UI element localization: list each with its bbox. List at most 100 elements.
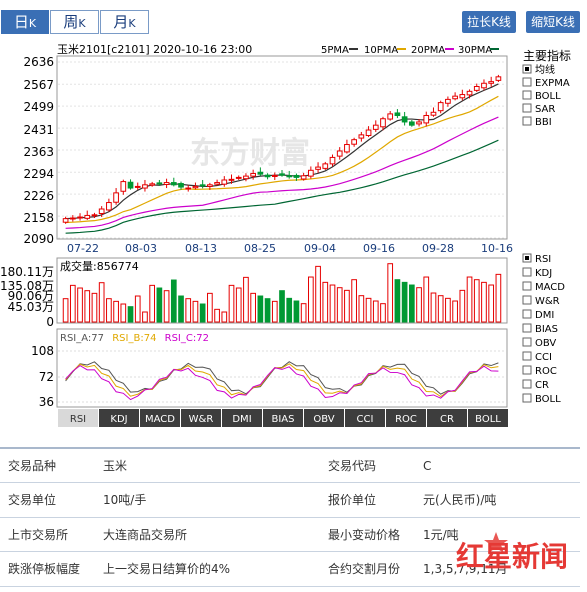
indicator-option-label: BOLL <box>535 91 561 102</box>
indicator-tab[interactable]: DMI <box>222 409 262 427</box>
ma30-label: 30PMA <box>458 45 492 56</box>
checkbox[interactable] <box>522 90 532 100</box>
volume-bar <box>243 276 249 323</box>
candle <box>408 121 415 126</box>
checkbox[interactable] <box>522 351 532 361</box>
info-value: 上一交易日结算价的4% <box>95 551 320 587</box>
volume-bar <box>380 303 386 323</box>
indicator-option[interactable]: BOLL <box>522 393 561 405</box>
candle <box>69 217 76 220</box>
info-key: 交易代码 <box>320 447 415 483</box>
info-key: 最小变动价格 <box>320 516 415 552</box>
candle <box>445 98 451 104</box>
rsi-a-value: 77 <box>91 333 104 344</box>
volume-bar <box>271 300 278 323</box>
indicator-option[interactable]: SAR <box>522 103 555 115</box>
indicator-option-label: W&R <box>535 296 560 307</box>
candle <box>91 214 98 217</box>
volume-bar <box>221 311 228 323</box>
indicator-tab[interactable]: KDJ <box>99 409 139 427</box>
indicator-tab[interactable]: BOLL <box>468 409 508 427</box>
volume-bar <box>344 289 350 323</box>
checkbox[interactable] <box>522 379 532 389</box>
checkbox[interactable] <box>522 309 532 319</box>
candle <box>77 216 83 219</box>
candle <box>344 144 350 153</box>
price-tick: 2158 <box>23 211 54 225</box>
candle <box>279 173 285 176</box>
candle <box>322 163 329 169</box>
indicator-tab[interactable]: ROC <box>386 409 426 427</box>
volume-bar <box>437 295 444 323</box>
candle <box>271 174 278 177</box>
info-value: 元(人民币)/吨 <box>415 482 580 518</box>
candle <box>300 175 307 180</box>
candle <box>228 178 235 181</box>
price-tick: 2499 <box>23 100 54 114</box>
indicator-option[interactable]: BBI <box>522 116 552 128</box>
checkbox[interactable] <box>522 337 532 347</box>
candle <box>387 113 394 120</box>
info-key: 报价单位 <box>320 482 415 518</box>
indicator-tab-label: KDJ <box>110 414 127 425</box>
indicator-option[interactable]: BIAS <box>522 323 558 335</box>
indicator-tab[interactable]: CCI <box>345 409 385 427</box>
checkbox[interactable] <box>522 267 532 277</box>
volume-bar <box>401 281 408 323</box>
indicator-option[interactable]: RSI <box>522 253 551 265</box>
candle <box>156 182 163 185</box>
checkbox[interactable] <box>522 103 532 113</box>
indicator-tab[interactable]: BIAS <box>263 409 303 427</box>
candle <box>437 102 444 112</box>
indicator-option[interactable]: ROC <box>522 365 557 377</box>
indicator-option[interactable]: BOLL <box>522 90 561 102</box>
candle <box>235 176 242 179</box>
date-tick: 09-16 <box>363 242 395 255</box>
indicator-option-label: CCI <box>535 352 552 363</box>
indicator-tab-label: CR <box>440 414 454 425</box>
volume-bar <box>445 297 451 323</box>
indicator-option-label: BOLL <box>535 394 561 405</box>
volume-bar <box>488 284 495 323</box>
indicator-option[interactable]: KDJ <box>522 267 552 279</box>
checkbox[interactable] <box>522 365 532 375</box>
checkbox[interactable] <box>522 323 532 333</box>
checkbox[interactable] <box>522 393 532 403</box>
indicator-tab[interactable]: MACD <box>140 409 180 427</box>
checkbox[interactable] <box>522 116 532 126</box>
indicator-tab[interactable]: OBV <box>304 409 344 427</box>
rsi-tick: 36 <box>39 395 54 409</box>
candle <box>315 166 321 170</box>
info-value: 10吨/手 <box>95 482 320 518</box>
indicator-option[interactable]: DMI <box>522 309 554 321</box>
rsi-tick: 108 <box>31 344 54 358</box>
checkbox[interactable] <box>522 281 532 291</box>
indicator-option[interactable]: 均线 <box>522 63 555 76</box>
indicator-option[interactable]: OBV <box>522 337 556 349</box>
date-tick: 08-03 <box>125 242 157 255</box>
volume-bar <box>336 287 343 323</box>
indicator-option[interactable]: EXPMA <box>522 77 570 89</box>
main-indicator-title: 主要指标 <box>523 48 571 63</box>
indicator-tab[interactable]: RSI <box>58 409 98 427</box>
volume-bar <box>264 298 271 323</box>
indicator-option[interactable]: CR <box>522 379 549 391</box>
rsi-tick: 72 <box>39 370 54 384</box>
info-value: C <box>415 447 580 483</box>
candle <box>243 175 249 180</box>
indicator-option[interactable]: W&R <box>522 295 560 307</box>
indicator-tab[interactable]: CR <box>427 409 467 427</box>
checkbox[interactable] <box>522 77 532 87</box>
indicator-option[interactable]: MACD <box>522 281 565 293</box>
checkbox[interactable] <box>522 295 532 305</box>
indicator-tabs: RSI KDJ MACD W&R DMI BIAS OBV CCI ROC CR BOLL <box>58 409 508 427</box>
volume-bar <box>257 295 264 323</box>
indicator-option[interactable]: CCI <box>522 351 552 363</box>
volume-tick: 0 <box>46 315 54 329</box>
volume-bar <box>106 298 112 323</box>
volume-bar <box>77 287 83 323</box>
rsi-b-value: 74 <box>144 333 157 344</box>
indicator-tab[interactable]: W&R <box>181 409 221 427</box>
volume-bar <box>452 300 458 323</box>
futures-chart: 玉米2101[c2101] 2020-10-16 23:00 5PMA 10PM… <box>0 43 571 427</box>
